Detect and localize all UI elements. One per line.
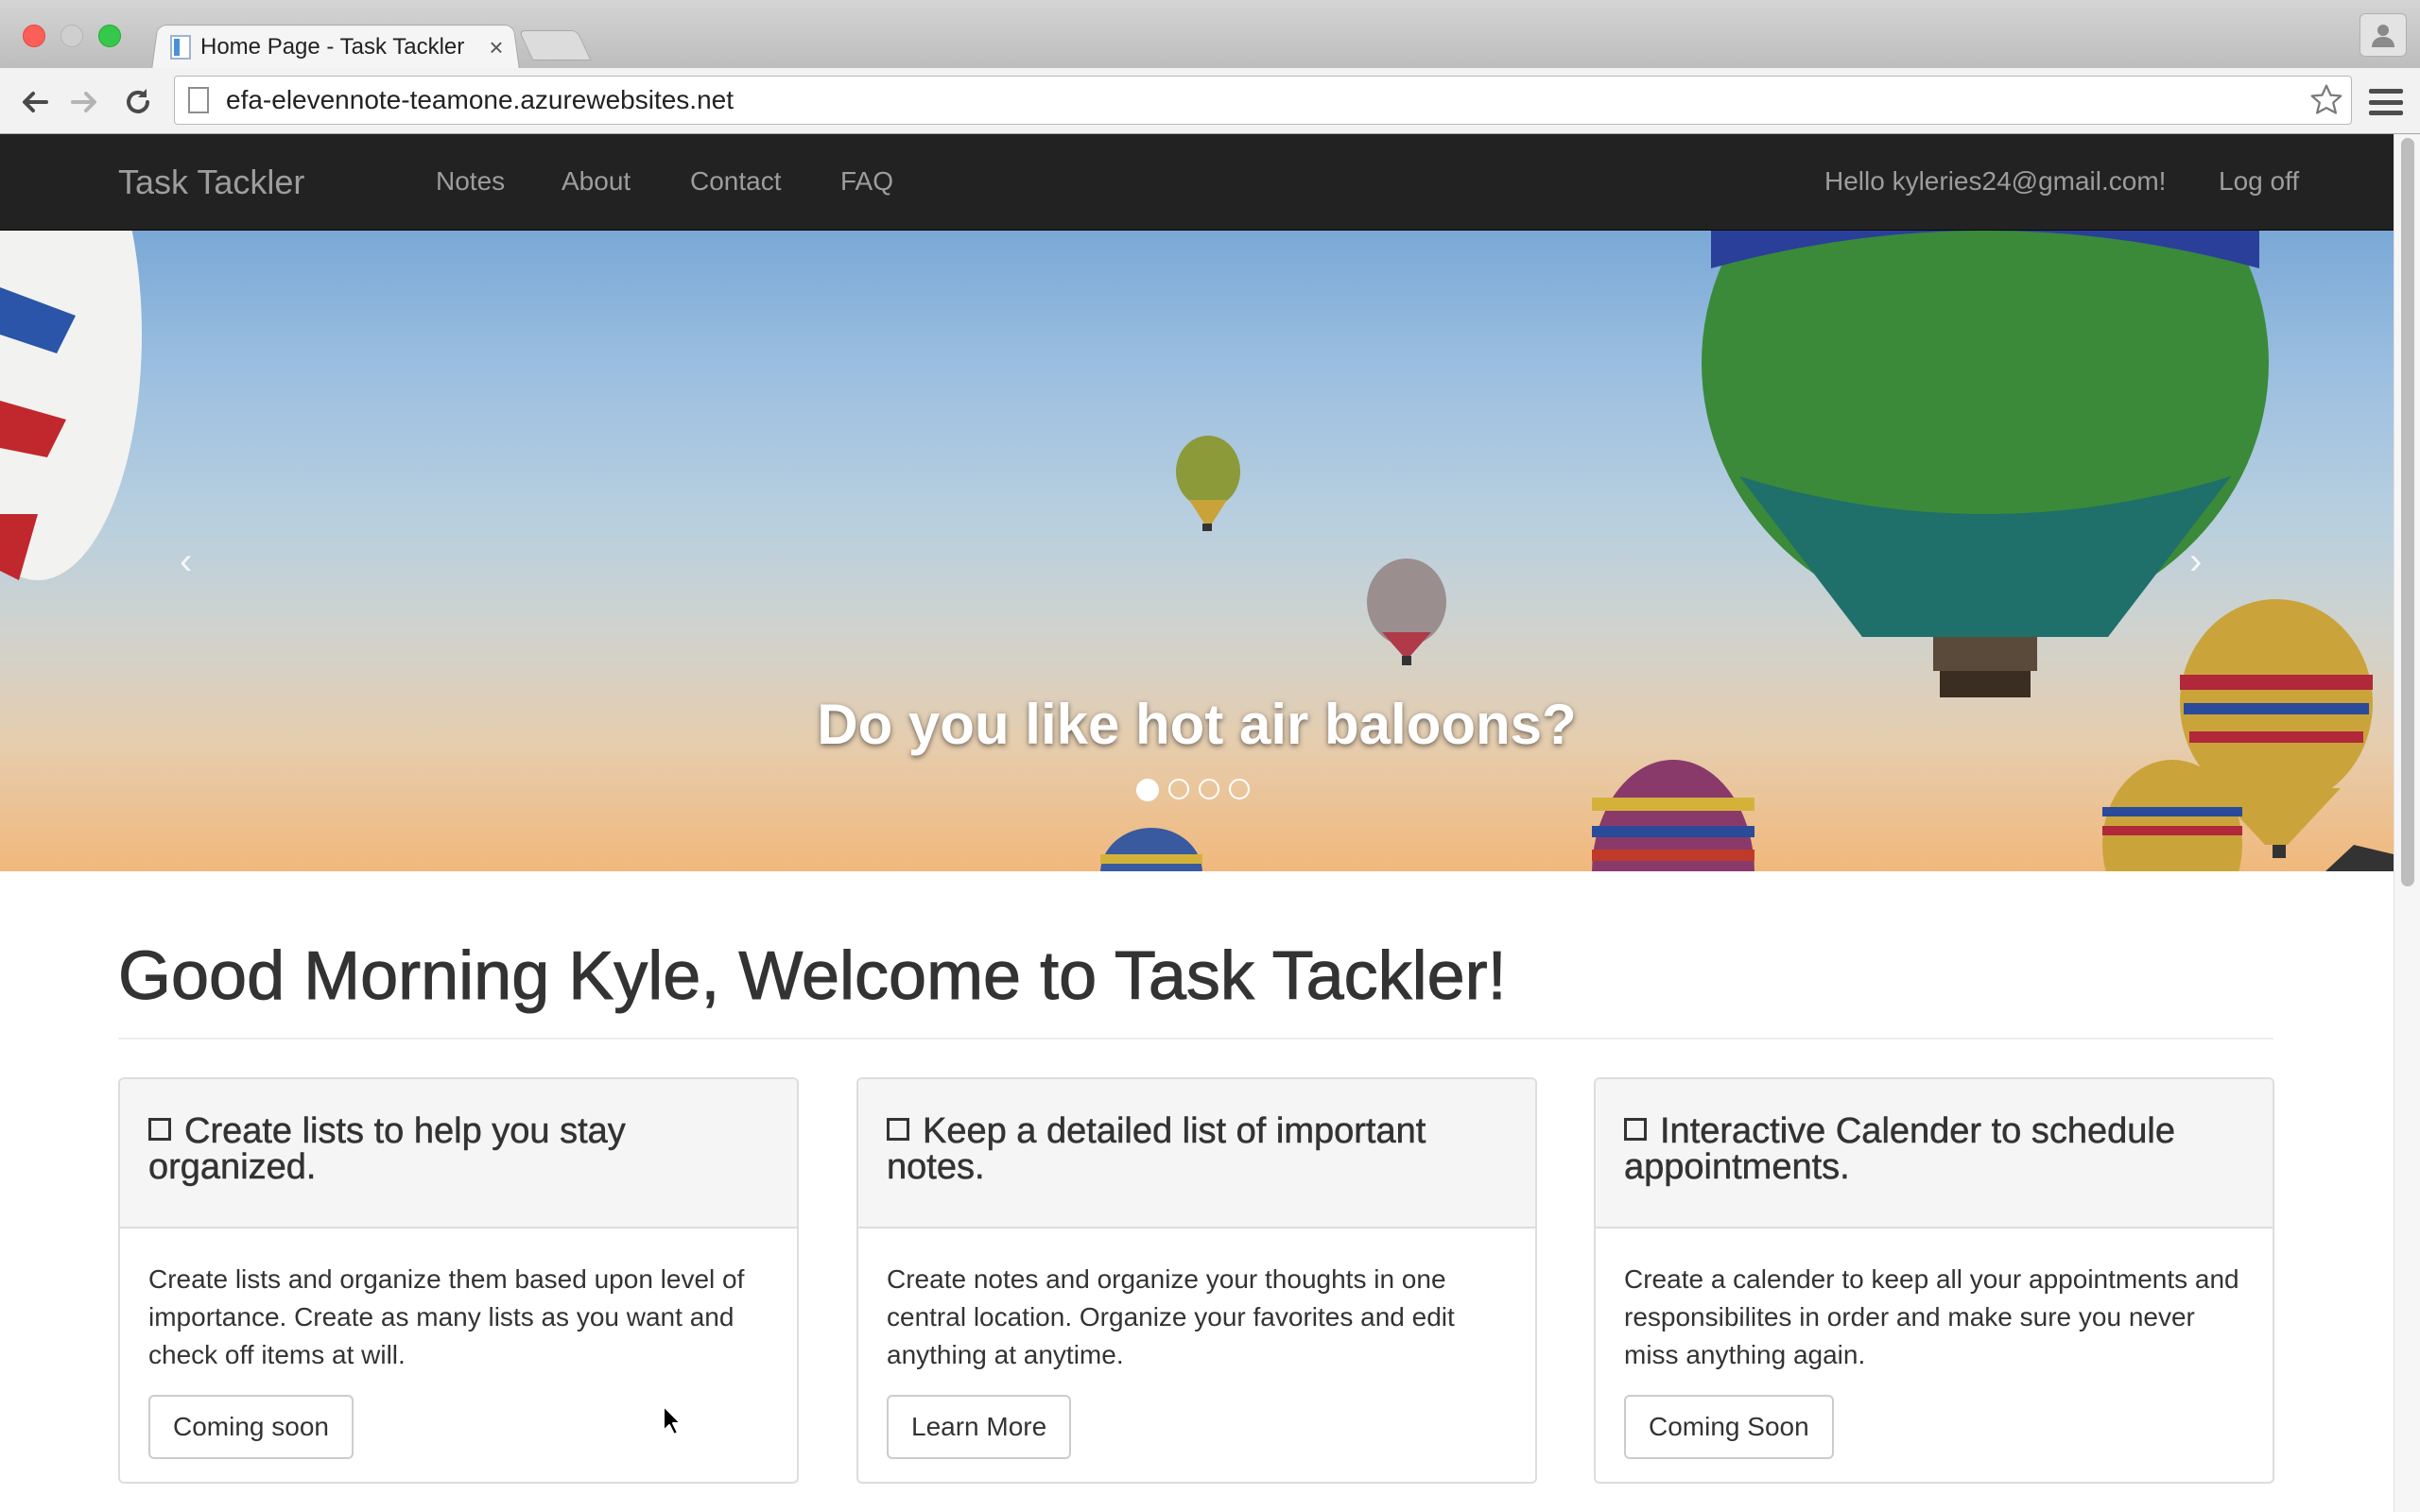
carousel-indicators	[1136, 779, 1250, 801]
panel-title: Create lists to help you stay organized.	[148, 1111, 626, 1187]
learn-more-button[interactable]: Learn More	[887, 1395, 1072, 1459]
browser-toolbar: efa-elevennote-teamone.azurewebsites.net	[0, 68, 2420, 134]
user-greeting-link[interactable]: Hello kyleries24@gmail.com!	[1824, 166, 2166, 197]
browser-titlebar: Home Page - Task Tackler ×	[0, 0, 2420, 70]
url-text[interactable]: efa-elevennote-teamone.azurewebsites.net	[226, 85, 2308, 115]
brand-link[interactable]: Task Tackler	[118, 163, 304, 202]
panel-text: Create lists and organize them based upo…	[148, 1264, 745, 1369]
panel-text: Create notes and organize your thoughts …	[887, 1264, 1455, 1369]
page-favicon-icon	[170, 35, 191, 60]
carousel-indicator-2[interactable]	[1168, 779, 1189, 799]
panel-body: Create a calender to keep all your appoi…	[1596, 1228, 2273, 1459]
hamburger-menu-icon[interactable]	[2367, 85, 2405, 119]
address-bar[interactable]: efa-elevennote-teamone.azurewebsites.net	[174, 76, 2352, 125]
coming-soon-calendar-button[interactable]: Coming Soon	[1624, 1395, 1834, 1459]
panel-heading: Keep a detailed list of important notes.	[858, 1079, 1535, 1228]
panel-title: Interactive Calender to schedule appoint…	[1624, 1111, 2176, 1187]
nav-link-notes[interactable]: Notes	[436, 166, 505, 197]
carousel-caption: Do you like hot air baloons?	[817, 693, 1577, 756]
carousel-next-icon[interactable]: ›	[2189, 541, 2202, 583]
logoff-link[interactable]: Log off	[2219, 166, 2299, 197]
page-viewport: Task Tackler Notes About Contact FAQ Hel…	[0, 134, 2394, 1512]
page-icon	[188, 87, 209, 113]
page-scrollbar[interactable]	[2394, 134, 2420, 1512]
panel-text: Create a calender to keep all your appoi…	[1624, 1264, 2239, 1369]
maximize-window-button[interactable]	[98, 25, 121, 47]
reload-icon[interactable]	[119, 83, 157, 121]
carousel-indicator-1[interactable]	[1136, 779, 1159, 801]
nav-link-contact[interactable]: Contact	[690, 166, 782, 197]
panel-body: Create lists and organize them based upo…	[120, 1228, 797, 1459]
profile-icon[interactable]	[2360, 13, 2407, 57]
browser-tab-content[interactable]: Home Page - Task Tackler ×	[170, 28, 510, 66]
back-arrow-icon[interactable]	[15, 83, 53, 121]
close-window-button[interactable]	[23, 25, 45, 47]
heading-divider	[118, 1038, 2273, 1040]
tab-title: Home Page - Task Tackler	[200, 34, 465, 60]
panel-title: Keep a detailed list of important notes.	[887, 1111, 1426, 1187]
minimize-window-button[interactable]	[60, 25, 83, 47]
page-heading: Good Morning Kyle, Welcome to Task Tackl…	[118, 938, 1508, 1015]
new-tab-button[interactable]	[518, 30, 592, 60]
feature-panel-calendar: Interactive Calender to schedule appoint…	[1594, 1077, 2274, 1484]
checkbox-icon	[1624, 1118, 1647, 1141]
feature-panel-lists: Create lists to help you stay organized.…	[118, 1077, 799, 1484]
star-icon[interactable]	[2308, 81, 2345, 119]
checkbox-icon	[887, 1118, 909, 1141]
hot-air-balloons-image	[0, 231, 2394, 871]
tab-close-icon[interactable]: ×	[482, 33, 510, 62]
nav-link-faq[interactable]: FAQ	[840, 166, 893, 197]
mouse-cursor-icon	[663, 1405, 682, 1435]
forward-arrow-icon[interactable]	[66, 83, 104, 121]
feature-panel-notes: Keep a detailed list of important notes.…	[856, 1077, 1537, 1484]
carousel-indicator-3[interactable]	[1199, 779, 1219, 799]
panel-heading: Create lists to help you stay organized.	[120, 1079, 797, 1228]
carousel-prev-icon[interactable]: ‹	[180, 541, 192, 583]
coming-soon-button[interactable]: Coming soon	[148, 1395, 354, 1459]
site-navbar: Task Tackler Notes About Contact FAQ Hel…	[0, 134, 2394, 231]
scrollbar-thumb[interactable]	[2401, 138, 2414, 886]
panel-body: Create notes and organize your thoughts …	[858, 1228, 1535, 1459]
panel-heading: Interactive Calender to schedule appoint…	[1596, 1079, 2273, 1228]
checkbox-icon	[148, 1118, 171, 1141]
hero-carousel: ‹ › Do you like hot air baloons?	[0, 231, 2394, 871]
carousel-indicator-4[interactable]	[1229, 779, 1250, 799]
nav-link-about[interactable]: About	[562, 166, 631, 197]
